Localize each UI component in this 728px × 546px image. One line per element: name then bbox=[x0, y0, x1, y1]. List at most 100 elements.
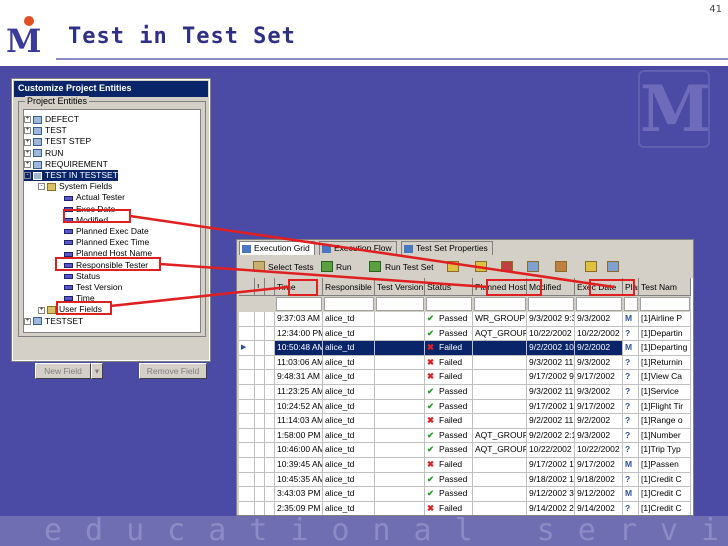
tree-item-label: Status bbox=[76, 270, 101, 281]
column-filter-input[interactable] bbox=[426, 297, 472, 311]
table-cell: ? bbox=[623, 472, 639, 488]
expand-icon[interactable]: + bbox=[24, 149, 31, 157]
table-row[interactable]: ▶ 10:50:48 AMalice_td ✖ Failed 9/2/2002 10:5… bbox=[239, 341, 691, 356]
tree-item[interactable]: - System Fields bbox=[38, 181, 112, 192]
table-row[interactable]: 9:37:03 AM alice_td ✔ Passed WR_GROUP 9/3/200… bbox=[239, 312, 691, 327]
table-cell: 2:35:09 PM bbox=[275, 501, 323, 515]
tree-item[interactable]: Status bbox=[64, 271, 100, 282]
table-cell: 10:24:52 AM bbox=[275, 399, 323, 415]
column-header[interactable]: ! bbox=[255, 278, 265, 296]
table-row[interactable]: 3:43:03 PMalice_td ✔ Passed 9/12/2002 3:49/… bbox=[239, 487, 691, 502]
highlight-exec-date-column bbox=[589, 279, 635, 296]
tree-item[interactable]: Planned Exec Time bbox=[64, 237, 149, 248]
tab-execution-flow[interactable]: Execution Flow bbox=[319, 241, 397, 255]
table-row[interactable]: 11:14:03 AMalice_td ✖ Failed 9/2/2002 11:19… bbox=[239, 414, 691, 429]
select-tests-button[interactable]: Select Tests bbox=[268, 262, 314, 272]
status-cell: ✖ Failed bbox=[425, 501, 473, 515]
columns-icon[interactable] bbox=[527, 261, 539, 272]
table-row[interactable]: 11:23:25 AMalice_td ✔ Passed 9/3/2002 11:29… bbox=[239, 385, 691, 400]
new-field-dropdown-button[interactable]: ▾ bbox=[91, 363, 103, 379]
table-cell: [1]View Ca bbox=[639, 370, 691, 385]
table-cell bbox=[239, 472, 255, 488]
column-filter-input[interactable] bbox=[624, 297, 638, 311]
table-row[interactable]: 10:46:00 AM alice_td ✔ Passed AQT_GROUP 10/22… bbox=[239, 443, 691, 458]
table-cell bbox=[255, 341, 265, 356]
collapse-icon[interactable]: - bbox=[38, 183, 45, 191]
refresh-icon[interactable] bbox=[607, 261, 619, 272]
tree-item[interactable]: - TEST IN TESTSET bbox=[24, 170, 118, 181]
filter-icon-2[interactable] bbox=[475, 261, 487, 272]
passed-icon: ✔ bbox=[427, 444, 435, 455]
column-header[interactable] bbox=[239, 278, 255, 296]
expand-icon[interactable]: + bbox=[38, 306, 45, 314]
table-row[interactable]: 12:34:00 PM alice_td ✔ Passed AQT_GROUP 10/22… bbox=[239, 326, 691, 342]
tree-item[interactable]: Actual Tester bbox=[64, 192, 125, 203]
column-header[interactable]: Status bbox=[425, 278, 473, 296]
column-filter-input[interactable] bbox=[474, 297, 526, 311]
test-type-icon: ? bbox=[625, 429, 631, 440]
table-row[interactable]: 1:58:00 PM alice_td ✔ Passed AQT_GROUP 9/2/20… bbox=[239, 428, 691, 444]
column-header[interactable]: Responsible bbox=[323, 278, 375, 296]
field-icon bbox=[64, 229, 73, 235]
column-header[interactable]: Test Version bbox=[375, 278, 425, 296]
column-filter-input[interactable] bbox=[376, 297, 424, 311]
table-row[interactable]: 10:45:35 AMalice_td ✔ Passed 9/18/2002 10:9… bbox=[239, 472, 691, 488]
tree-item[interactable]: Planned Exec Date bbox=[64, 226, 149, 237]
delete-icon[interactable] bbox=[501, 261, 513, 272]
expand-icon[interactable]: + bbox=[24, 116, 31, 124]
report-icon[interactable] bbox=[555, 261, 567, 272]
table-cell: [1]Number bbox=[639, 428, 691, 444]
table-row[interactable]: 10:39:45 AMalice_td ✖ Failed 9/17/2002 10:9… bbox=[239, 458, 691, 473]
filter-icon-3[interactable] bbox=[585, 261, 597, 272]
run-button[interactable]: Run bbox=[336, 262, 352, 272]
table-cell bbox=[375, 458, 425, 473]
tab-label: Test Set Properties bbox=[416, 243, 488, 253]
status-label: Passed bbox=[439, 386, 468, 396]
tree-item[interactable]: + TESTSET bbox=[24, 316, 83, 327]
tree-item[interactable]: + REQUIREMENT bbox=[24, 159, 108, 170]
expand-icon[interactable]: + bbox=[24, 317, 31, 325]
column-header[interactable]: Test Nam bbox=[639, 278, 691, 296]
tab-test-set-properties[interactable]: Test Set Properties bbox=[401, 241, 493, 255]
table-icon bbox=[33, 317, 42, 326]
new-field-button[interactable]: New Field bbox=[35, 363, 91, 379]
column-header[interactable] bbox=[265, 278, 275, 296]
tab-execution-grid[interactable]: Execution Grid bbox=[239, 241, 315, 255]
table-cell bbox=[265, 385, 275, 400]
tab-label: Execution Flow bbox=[334, 243, 392, 253]
remove-field-button[interactable]: Remove Field bbox=[139, 363, 207, 379]
tree-item[interactable]: Test Version bbox=[64, 282, 122, 293]
collapse-icon[interactable]: - bbox=[24, 172, 31, 180]
tree-item[interactable]: + RUN bbox=[24, 148, 63, 159]
table-row[interactable]: 9:48:31 AMalice_td ✖ Failed 9/17/2002 9:49/… bbox=[239, 370, 691, 385]
table-cell bbox=[265, 326, 275, 342]
table-cell bbox=[239, 414, 255, 429]
run-test-set-button[interactable]: Run Test Set bbox=[385, 262, 434, 272]
expand-icon[interactable]: + bbox=[24, 161, 31, 169]
highlight-time bbox=[56, 301, 112, 315]
passed-icon: ✔ bbox=[427, 429, 435, 440]
column-filter-input[interactable] bbox=[576, 297, 622, 311]
table-cell: alice_td bbox=[323, 399, 375, 415]
table-row[interactable]: 10:24:52 AMalice_td ✔ Passed 9/17/2002 10:9… bbox=[239, 399, 691, 415]
status-label: Failed bbox=[439, 415, 463, 426]
tree-item[interactable]: + TEST bbox=[24, 125, 67, 136]
test-type-icon: ? bbox=[625, 386, 631, 396]
tree-item[interactable]: + TEST STEP bbox=[24, 136, 91, 147]
column-filter-input[interactable] bbox=[528, 297, 574, 311]
filter-icon[interactable] bbox=[447, 261, 459, 272]
tree-item[interactable]: + DEFECT bbox=[24, 114, 79, 125]
expand-icon[interactable]: + bbox=[24, 127, 31, 135]
column-filter-input[interactable] bbox=[276, 297, 322, 311]
column-filter-input[interactable] bbox=[324, 297, 374, 311]
table-cell: [1]Passen bbox=[639, 458, 691, 473]
table-row[interactable]: 11:03:06 AMalice_td ✖ Failed 9/3/2002 11:09… bbox=[239, 355, 691, 371]
status-label: Passed bbox=[439, 327, 468, 338]
column-filter-input[interactable] bbox=[640, 297, 690, 311]
table-cell bbox=[239, 399, 255, 415]
status-label: Passed bbox=[439, 400, 468, 411]
highlight-exec-date bbox=[63, 209, 131, 223]
table-row[interactable]: 2:35:09 PMalice_td ✖ Failed 9/14/2002 2:39/… bbox=[239, 501, 691, 515]
expand-icon[interactable]: + bbox=[24, 138, 31, 146]
status-cell: ✖ Failed bbox=[425, 355, 473, 371]
